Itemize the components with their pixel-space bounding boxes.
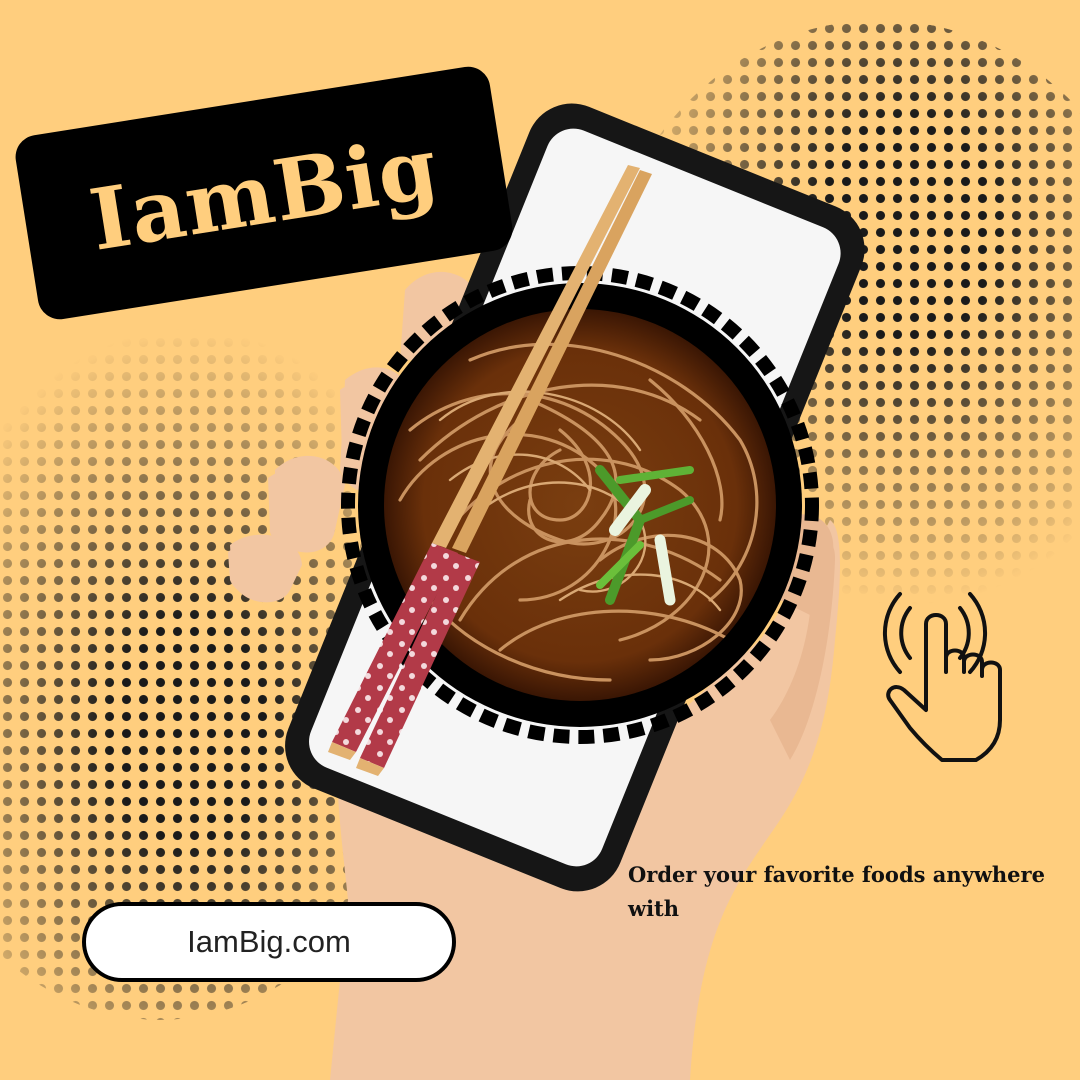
website-button[interactable]: IamBig.com <box>82 902 456 982</box>
brand-title: IamBig <box>83 116 445 270</box>
tagline: Order your favorite foods anywhere with <box>628 862 1045 921</box>
tap-hand-icon[interactable] <box>880 580 1020 770</box>
website-label: IamBig.com <box>187 924 351 959</box>
promo-poster: IamBig Order your favorite foods anywher… <box>0 0 1080 1080</box>
